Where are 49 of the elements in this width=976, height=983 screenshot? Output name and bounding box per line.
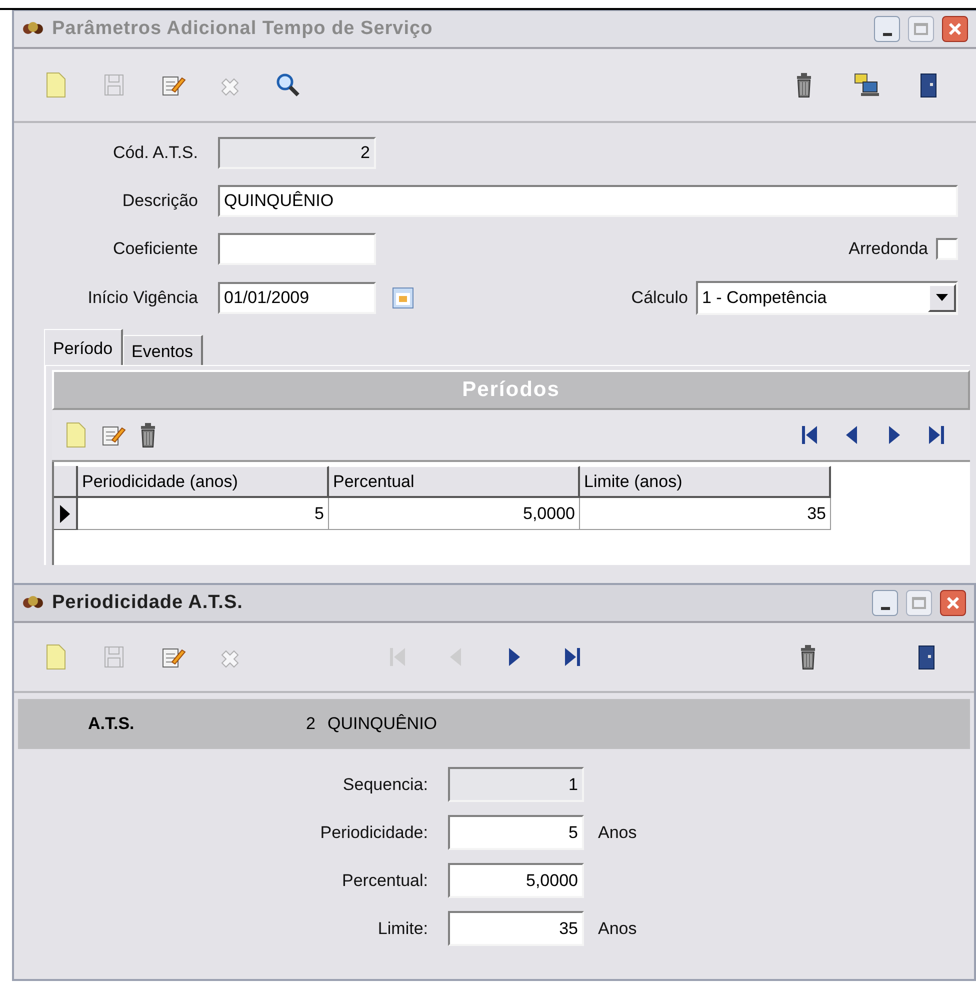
section-header: Períodos bbox=[52, 370, 970, 410]
field-label: Anos bbox=[598, 918, 637, 940]
field-label: Anos bbox=[598, 822, 637, 844]
search-icon[interactable] bbox=[274, 71, 302, 99]
row-indicator[interactable] bbox=[54, 498, 78, 530]
column-header[interactable]: Limite (anos) bbox=[580, 466, 831, 498]
field-label: Início Vigência bbox=[86, 287, 198, 310]
field-label: Cód. A.T.S. bbox=[112, 142, 198, 164]
input-field[interactable]: 01/01/2009 bbox=[218, 282, 376, 314]
current-row-icon bbox=[59, 504, 71, 522]
dropdown-arrow-icon bbox=[936, 294, 948, 302]
close-icon bbox=[945, 595, 961, 611]
table-cell: 5 bbox=[78, 498, 329, 530]
column-header[interactable]: Percentual bbox=[329, 466, 580, 498]
header-name: QUINQUÊNIO bbox=[327, 713, 438, 736]
field-label: Limite: bbox=[376, 918, 428, 940]
input-field[interactable] bbox=[218, 233, 376, 265]
tab[interactable]: Eventos bbox=[122, 335, 203, 365]
table-cell: 35 bbox=[580, 498, 831, 530]
minimize-button[interactable] bbox=[874, 16, 900, 42]
field-label: Coeficiente bbox=[112, 238, 198, 260]
field-label: Arredonda bbox=[848, 238, 928, 260]
window-title: Parâmetros Adicional Tempo de Serviço bbox=[52, 16, 434, 41]
calendar-icon[interactable] bbox=[392, 287, 414, 309]
window-title: Periodicidade A.T.S. bbox=[52, 590, 244, 615]
header-code: 2 bbox=[306, 713, 316, 736]
tab[interactable]: Período bbox=[44, 329, 123, 365]
input-field[interactable]: 5,0000 bbox=[448, 863, 584, 898]
minimize-button[interactable] bbox=[872, 590, 898, 616]
checkbox[interactable] bbox=[936, 238, 958, 260]
close-button[interactable] bbox=[940, 590, 966, 616]
table-cell: 5,0000 bbox=[329, 498, 580, 530]
input-field[interactable]: 2 bbox=[218, 137, 376, 169]
close-button[interactable] bbox=[942, 16, 968, 42]
header-corner bbox=[54, 466, 78, 498]
field-label: Sequencia: bbox=[342, 774, 428, 796]
input-field[interactable]: 35 bbox=[448, 911, 584, 946]
field-label: Cálculo bbox=[631, 287, 688, 310]
field-label: Percentual: bbox=[341, 870, 428, 892]
header-label: A.T.S. bbox=[88, 713, 136, 736]
input-field[interactable]: 5 bbox=[448, 815, 584, 850]
field-label: Descrição bbox=[121, 190, 198, 212]
close-icon bbox=[947, 21, 963, 37]
input-field[interactable]: 1 bbox=[448, 767, 584, 802]
input-field[interactable]: QUINQUÊNIO bbox=[218, 185, 958, 217]
field-label: Periodicidade: bbox=[319, 822, 428, 844]
dropdown[interactable]: 1 - Competência bbox=[696, 281, 958, 315]
computers-icon[interactable] bbox=[852, 71, 880, 99]
column-header[interactable]: Periodicidade (anos) bbox=[78, 466, 329, 498]
